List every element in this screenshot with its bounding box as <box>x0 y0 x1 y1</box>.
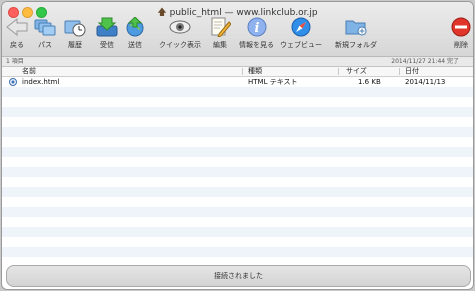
titlebar: 🡅public_html — www.linkclub.or.jp 戻る パス <box>2 2 473 56</box>
empty-row <box>2 87 473 97</box>
path-button[interactable]: パス <box>34 16 56 52</box>
edit-button[interactable]: 編集 <box>209 16 231 52</box>
file-name: index.html <box>22 78 60 86</box>
empty-row <box>2 207 473 217</box>
empty-row <box>2 117 473 127</box>
empty-row <box>2 107 473 117</box>
new-folder-icon <box>345 16 367 38</box>
empty-row <box>2 217 473 227</box>
empty-row <box>2 97 473 107</box>
web-view-button[interactable]: ウェブビュー <box>280 16 322 52</box>
app-window: 🡅public_html — www.linkclub.or.jp 戻る パス <box>2 2 473 289</box>
column-kind[interactable]: 種類 <box>248 67 262 76</box>
status-bar: 接続されました <box>6 265 471 287</box>
download-button[interactable]: 受信 <box>96 16 118 52</box>
back-arrow-icon <box>6 16 28 38</box>
empty-row <box>2 127 473 137</box>
file-date: 2014/11/13 <box>405 78 446 86</box>
upload-globe-icon <box>124 16 146 38</box>
path-folders-icon <box>34 16 56 38</box>
svg-text:i: i <box>254 21 259 36</box>
transfer-status: 2014/11/27 21:44 完了 <box>391 58 459 65</box>
file-kind: HTML テキスト <box>248 78 298 86</box>
column-divider[interactable] <box>242 68 243 75</box>
empty-row <box>2 187 473 197</box>
delete-icon <box>450 16 472 38</box>
compass-icon <box>290 16 312 38</box>
item-count: 1 項目 <box>6 58 24 65</box>
empty-row <box>2 167 473 177</box>
column-size[interactable]: サイズ <box>346 67 367 76</box>
new-folder-button[interactable]: 新規フォルダ <box>335 16 377 52</box>
empty-row <box>2 227 473 237</box>
column-date[interactable]: 日付 <box>405 67 419 76</box>
history-button[interactable]: 履歴 <box>64 16 86 52</box>
column-divider[interactable] <box>338 68 339 75</box>
empty-row <box>2 197 473 207</box>
empty-row <box>2 247 473 257</box>
delete-button[interactable]: 削除 <box>450 16 472 52</box>
file-size: 1.6 KB <box>358 78 381 86</box>
back-button[interactable]: 戻る <box>6 16 28 52</box>
eye-icon <box>169 16 191 38</box>
empty-row <box>2 157 473 167</box>
edit-pencil-icon <box>209 16 231 38</box>
empty-row <box>2 177 473 187</box>
file-list: index.html HTML テキスト 1.6 KB 2014/11/13 <box>2 77 473 262</box>
history-folder-clock-icon <box>64 16 86 38</box>
quick-look-button[interactable]: クイック表示 <box>159 16 201 52</box>
download-tray-icon <box>96 16 118 38</box>
info-bar: 1 項目 2014/11/27 21:44 完了 <box>2 56 473 67</box>
column-divider[interactable] <box>399 68 400 75</box>
file-row[interactable]: index.html HTML テキスト 1.6 KB 2014/11/13 <box>2 77 473 87</box>
get-info-button[interactable]: i 情報を見る <box>239 16 274 52</box>
connection-status: 接続されました <box>214 272 263 280</box>
info-icon: i <box>246 16 268 38</box>
column-name[interactable]: 名前 <box>22 67 36 76</box>
empty-row <box>2 237 473 247</box>
upload-button[interactable]: 送信 <box>124 16 146 52</box>
empty-row <box>2 147 473 157</box>
empty-row <box>2 137 473 147</box>
column-header: 名前 種類 サイズ 日付 <box>2 67 473 77</box>
